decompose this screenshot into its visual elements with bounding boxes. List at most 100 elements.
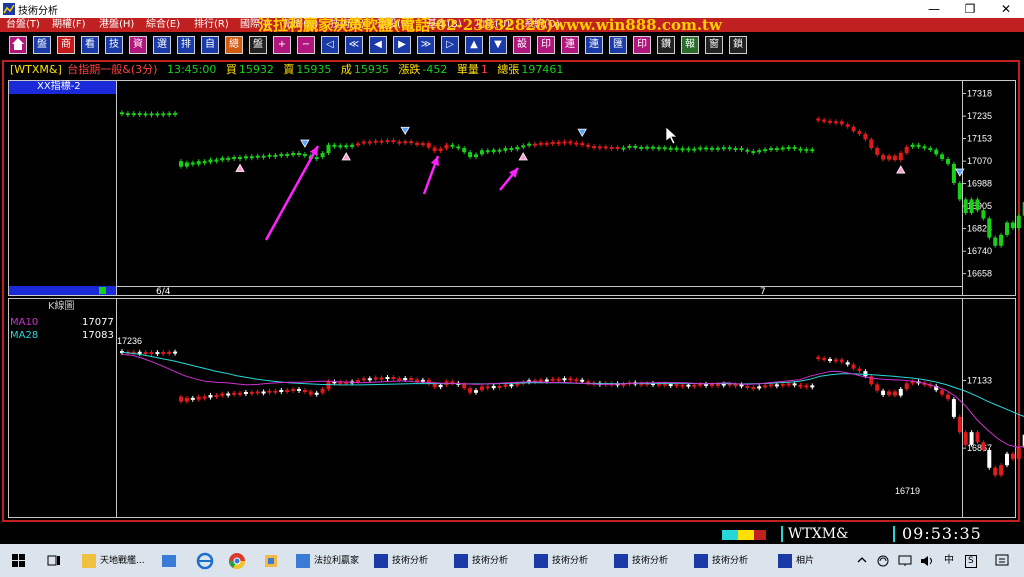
toolbar-button-12[interactable]: − (297, 36, 315, 54)
taskbar-item-label: 技術分析 (712, 556, 749, 566)
quote-ask: 15935 (296, 63, 332, 76)
toolbar-button-7[interactable]: 排 (177, 36, 195, 54)
toolbar-button-25[interactable]: 匯 (609, 36, 627, 54)
tray-network-icon[interactable] (876, 555, 890, 567)
indicator-tab[interactable]: XX指標-2 (9, 81, 116, 94)
toolbar-button-22[interactable]: 印 (537, 36, 555, 54)
windows-start-icon[interactable] (12, 554, 25, 567)
toolbar-button-26[interactable]: 印 (633, 36, 651, 54)
upper-indicator-panel[interactable] (8, 80, 1016, 296)
date-label-2: 7 (760, 287, 766, 297)
toolbar-button-1[interactable]: 盤 (33, 36, 51, 54)
toolbar-button-14[interactable]: ≪ (345, 36, 363, 54)
quote-change: -452 (422, 63, 448, 76)
toolbar-button-30[interactable]: 鎖 (729, 36, 747, 54)
toolbar-button-8[interactable]: 自 (201, 36, 219, 54)
menu-item-3[interactable]: 綜合(E) (146, 18, 180, 32)
taskbar-item-7[interactable]: 相片 (778, 552, 814, 570)
chrome-icon[interactable] (228, 552, 246, 570)
toolbar-button-16[interactable]: ▶ (393, 36, 411, 54)
quote-name: 台指期一般&(3分) (67, 63, 158, 76)
menu-item-1[interactable]: 期權(F) (52, 18, 86, 32)
quote-time: 13:45:00 (166, 63, 217, 76)
lower-kline-panel[interactable] (8, 298, 1016, 518)
toolbar-button-27[interactable]: 鑽 (657, 36, 675, 54)
toolbar-button-11[interactable]: + (273, 36, 291, 54)
tray-chevron-icon[interactable] (857, 555, 867, 565)
quote-total: 197461 (521, 63, 564, 76)
toolbar-button-28[interactable]: 報 (681, 36, 699, 54)
notification-center-icon[interactable] (995, 554, 1009, 568)
toolbar-button-10[interactable]: 盤 (249, 36, 267, 54)
green-marker (99, 287, 106, 294)
toolbar-button-0[interactable] (9, 36, 27, 54)
home-icon (12, 38, 24, 50)
taskbar-app-icon (454, 553, 468, 568)
taskbar-app-icon (296, 553, 310, 568)
status-clock: 09:53:35 (902, 524, 982, 543)
tray-lang[interactable]: S (965, 555, 977, 568)
pinned-app-icon-1[interactable] (160, 552, 178, 570)
task-view-icon[interactable] (47, 554, 61, 567)
toolbar-button-21[interactable]: 設 (513, 36, 531, 54)
ie-icon[interactable] (196, 552, 214, 570)
quote-vol-label: 單量 (456, 63, 479, 76)
taskbar-item-5[interactable]: 技術分析 (614, 552, 668, 570)
paint-icon[interactable] (262, 552, 280, 570)
taskbar-item-label: 技術分析 (552, 556, 589, 566)
toolbar-button-15[interactable]: ◀ (369, 36, 387, 54)
status-symbol: WTXM& (788, 526, 849, 542)
toolbar-button-3[interactable]: 看 (81, 36, 99, 54)
toolbar-button-18[interactable]: ▷ (441, 36, 459, 54)
quote-bid-label: 買 (225, 63, 237, 76)
taskbar-item-3[interactable]: 技術分析 (454, 552, 508, 570)
taskbar-app-icon (614, 553, 628, 568)
toolbar-button-9[interactable]: 總 (225, 36, 243, 54)
status-swatch-red (754, 530, 766, 540)
toolbar-button-29[interactable]: 窗 (705, 36, 723, 54)
toolbar-button-5[interactable]: 資 (129, 36, 147, 54)
date-label-1: 6/4 (156, 287, 171, 297)
toolbar-button-6[interactable]: 選 (153, 36, 171, 54)
taskbar-item-6[interactable]: 技術分析 (694, 552, 748, 570)
status-bar: WTXM& 09:53:35 (0, 524, 1024, 544)
taskbar-item-4[interactable]: 技術分析 (534, 552, 588, 570)
taskbar-item-2[interactable]: 技術分析 (374, 552, 428, 570)
taskbar-app-icon (694, 553, 708, 568)
taskbar-item-0[interactable]: 天地戰艦... (82, 552, 145, 570)
kline-label: K線圖 (48, 301, 75, 312)
toolbar-button-20[interactable]: ▼ (489, 36, 507, 54)
tray-ime[interactable]: 中 (944, 544, 954, 577)
minimize-button[interactable]: — (916, 0, 952, 18)
status-sep-2 (893, 526, 895, 542)
status-sep-1 (781, 526, 783, 542)
upper-date-axis (117, 286, 962, 287)
taskbar-item-label: 法拉利贏家 (314, 556, 360, 566)
menu-item-4[interactable]: 排行(R) (194, 18, 229, 32)
toolbar-button-17[interactable]: ≫ (417, 36, 435, 54)
taskbar-item-1[interactable]: 法拉利贏家 (296, 552, 359, 570)
close-button[interactable]: ✕ (988, 0, 1024, 18)
taskbar-item-label: 技術分析 (392, 556, 429, 566)
taskbar-app-icon (778, 553, 792, 568)
ma10-value: 17077 (82, 317, 114, 328)
toolbar-button-24[interactable]: 連 (585, 36, 603, 54)
menu-item-2[interactable]: 港盤(H) (99, 18, 134, 32)
toolbar-button-23[interactable]: 連 (561, 36, 579, 54)
quote-deal: 15935 (353, 63, 389, 76)
taskbar-app-icon (534, 553, 548, 568)
tray-display-icon[interactable] (898, 555, 912, 567)
restore-button[interactable]: ❐ (952, 0, 988, 18)
ma10-label: MA10 (10, 317, 39, 328)
quote-symbol: [WTXM&] (10, 63, 62, 76)
taskbar-app-icon (82, 553, 96, 568)
tray-speaker-icon[interactable] (920, 555, 934, 567)
menu-item-0[interactable]: 台盤(T) (6, 18, 40, 32)
toolbar-button-19[interactable]: ▲ (465, 36, 483, 54)
toolbar-button-4[interactable]: 技 (105, 36, 123, 54)
indicator-label: XX指標-2 (37, 81, 81, 92)
toolbar-button-13[interactable]: ◁ (321, 36, 339, 54)
taskbar-item-label: 技術分析 (472, 556, 509, 566)
toolbar-button-2[interactable]: 商 (57, 36, 75, 54)
upper-scroll-strip[interactable] (9, 286, 116, 295)
